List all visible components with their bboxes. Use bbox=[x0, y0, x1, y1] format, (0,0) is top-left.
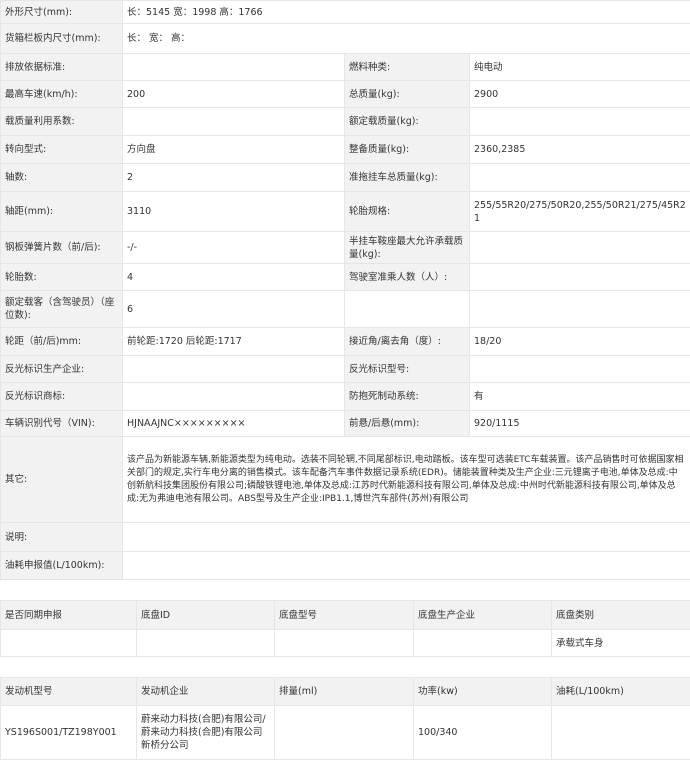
engine-header: 发动机企业 bbox=[136, 677, 275, 706]
leaf-springs-value: -/- bbox=[122, 231, 345, 264]
section-gap bbox=[0, 580, 690, 600]
chassis-cell: 承载式车身 bbox=[551, 629, 690, 657]
engine-header: 排量(ml) bbox=[274, 677, 414, 706]
cab-passengers-label: 驾驶室准乘人数（人）: bbox=[344, 263, 470, 291]
fuel-report-value bbox=[121, 551, 690, 580]
chassis-table: 是否同期申报 底盘ID 底盘型号 底盘生产企业 底盘类别 承载式车身 bbox=[0, 600, 690, 657]
rated-seats-value: 6 bbox=[122, 290, 345, 328]
approach-angle-value: 18/20 bbox=[468, 327, 690, 356]
engine-cell: YS196S001/TZ198Y001 bbox=[0, 705, 137, 760]
cargo-box-value: 长： 宽： 高： bbox=[121, 23, 690, 54]
other-label: 其它: bbox=[0, 436, 123, 523]
rated-load-label: 额定载质量(kg): bbox=[344, 107, 470, 136]
fuel-report-label: 油耗申报值(L/100km): bbox=[0, 551, 123, 580]
chassis-header: 底盘型号 bbox=[274, 600, 414, 630]
rated-load-value bbox=[468, 107, 690, 136]
abs-label: 防抱死制动系统: bbox=[344, 382, 470, 411]
tire-spec-value: 255/55R20/275/50R20,255/50R21/275/45R21 bbox=[468, 191, 690, 232]
abs-value: 有 bbox=[468, 382, 690, 411]
trailer-mass-label: 准拖挂车总质量(kg): bbox=[344, 163, 470, 192]
reflector-maker-label: 反光标识生产企业: bbox=[0, 355, 123, 383]
chassis-cell bbox=[274, 629, 414, 657]
total-mass-value: 2900 bbox=[468, 80, 690, 108]
outer-size-label: 外形尺寸(mm): bbox=[0, 0, 123, 24]
engine-header: 油耗(L/100km) bbox=[551, 677, 690, 706]
spec-table: 外形尺寸(mm): 长：5145 宽：1998 高：1766 货箱栏板内尺寸(m… bbox=[0, 0, 690, 580]
cargo-box-label: 货箱栏板内尺寸(mm): bbox=[0, 23, 123, 54]
note-value bbox=[121, 522, 690, 552]
approach-angle-label: 接近角/离去角（度）: bbox=[344, 327, 470, 356]
vin-value: HJNAAJNC××××××××× bbox=[122, 410, 345, 437]
chassis-cell bbox=[413, 629, 552, 657]
total-mass-label: 总质量(kg): bbox=[344, 80, 470, 108]
steering-label: 转向型式: bbox=[0, 135, 123, 164]
track-label: 轮距（前/后)mm: bbox=[0, 327, 123, 356]
chassis-header: 底盘ID bbox=[136, 600, 275, 630]
engine-cell bbox=[274, 705, 414, 760]
engine-header: 功率(kw) bbox=[413, 677, 552, 706]
emission-std-value bbox=[122, 53, 345, 81]
axles-value: 2 bbox=[122, 163, 345, 192]
tire-spec-label: 轮胎规格: bbox=[344, 191, 470, 232]
max-speed-label: 最高车速(km/h): bbox=[0, 80, 123, 108]
fuel-type-label: 燃料种类: bbox=[344, 53, 470, 81]
trailer-mass-value bbox=[468, 163, 690, 192]
saddle-load-value bbox=[468, 231, 690, 264]
wheelbase-value: 3110 bbox=[122, 191, 345, 232]
saddle-load-label: 半挂车鞍座最大允许承载质量(kg): bbox=[344, 231, 470, 264]
tire-count-value: 4 bbox=[122, 263, 345, 291]
note-label: 说明: bbox=[0, 522, 123, 552]
reflector-maker-value bbox=[122, 355, 345, 383]
axles-label: 轴数: bbox=[0, 163, 123, 192]
engine-header: 发动机型号 bbox=[0, 677, 137, 706]
load-util-label: 载质量利用系数: bbox=[0, 107, 123, 136]
wheelbase-label: 轴距(mm): bbox=[0, 191, 123, 232]
curb-weight-label: 整备质量(kg): bbox=[344, 135, 470, 164]
track-value: 前轮距:1720 后轮距:1717 bbox=[122, 327, 345, 356]
vin-label: 车辆识别代号（VIN): bbox=[0, 410, 123, 437]
chassis-header: 是否同期申报 bbox=[0, 600, 137, 630]
leaf-springs-label: 钢板弹簧片数（前/后): bbox=[0, 231, 123, 264]
emission-std-label: 排放依据标准: bbox=[0, 53, 123, 81]
reflector-model-label: 反光标识型号: bbox=[344, 355, 470, 383]
engine-cell bbox=[551, 705, 690, 760]
chassis-header: 底盘类别 bbox=[551, 600, 690, 630]
overhang-label: 前悬/后悬(mm): bbox=[344, 410, 470, 437]
max-speed-value: 200 bbox=[122, 80, 345, 108]
fuel-type-value: 纯电动 bbox=[468, 53, 690, 81]
engine-cell: 100/340 bbox=[413, 705, 552, 760]
tire-count-label: 轮胎数: bbox=[0, 263, 123, 291]
other-value: 该产品为新能源车辆,新能源类型为纯电动。选装不同轮辋,不同尾部标识,电动踏板。该… bbox=[121, 436, 690, 523]
reflector-brand-value bbox=[122, 382, 345, 411]
cab-passengers-value bbox=[468, 263, 690, 291]
engine-cell: 蔚来动力科技(合肥)有限公司/蔚来动力科技(合肥)有限公司新桥分公司 bbox=[136, 705, 275, 760]
vehicle-spec-sheet: 外形尺寸(mm): 长：5145 宽：1998 高：1766 货箱栏板内尺寸(m… bbox=[0, 0, 690, 760]
chassis-cell bbox=[136, 629, 275, 657]
rated-seats-label: 额定载客（含驾驶员）（座位数): bbox=[0, 290, 123, 328]
load-util-value bbox=[122, 107, 345, 136]
section-gap bbox=[0, 657, 690, 677]
curb-weight-value: 2360,2385 bbox=[468, 135, 690, 164]
chassis-cell bbox=[0, 629, 137, 657]
overhang-value: 920/1115 bbox=[468, 410, 690, 437]
outer-size-value: 长：5145 宽：1998 高：1766 bbox=[121, 0, 690, 24]
engine-table: 发动机型号 发动机企业 排量(ml) 功率(kw) 油耗(L/100km) YS… bbox=[0, 677, 690, 760]
reflector-brand-label: 反光标识商标: bbox=[0, 382, 123, 411]
steering-value: 方向盘 bbox=[122, 135, 345, 164]
chassis-header: 底盘生产企业 bbox=[413, 600, 552, 630]
reflector-model-value bbox=[468, 355, 690, 383]
